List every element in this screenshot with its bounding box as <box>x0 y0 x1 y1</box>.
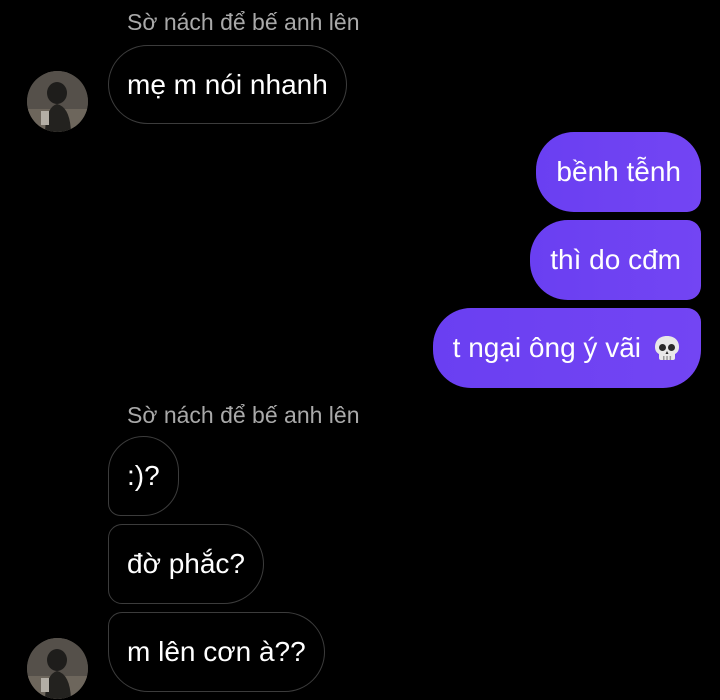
sender-name: Sờ nách để bế anh lên <box>127 402 360 428</box>
message-text: đờ phắc? <box>127 548 246 579</box>
message-text: bềnh tễnh <box>556 156 681 187</box>
message-bubble-incoming[interactable]: mẹ m nói nhanh <box>108 45 347 124</box>
message-text: m lên cơn à?? <box>127 636 306 667</box>
message-bubble-incoming[interactable]: đờ phắc? <box>108 524 265 604</box>
contact-avatar[interactable] <box>27 638 88 699</box>
message-text: thì do cđm <box>550 244 681 275</box>
skull-icon <box>653 334 681 362</box>
message-bubble-incoming[interactable]: :)? <box>108 436 179 516</box>
message-bubble-outgoing[interactable]: thì do cđm <box>530 220 701 300</box>
message-bubble-outgoing[interactable]: bềnh tễnh <box>536 132 701 212</box>
contact-avatar[interactable] <box>27 71 88 132</box>
message-text: mẹ m nói nhanh <box>127 68 328 100</box>
message-bubble-outgoing[interactable]: t ngại ông ý vãi <box>432 308 701 388</box>
sender-name: Sờ nách để bế anh lên <box>127 9 360 35</box>
message-bubble-incoming[interactable]: m lên cơn à?? <box>108 612 325 692</box>
message-text: :)? <box>127 460 160 491</box>
message-text: t ngại ông ý vãi <box>452 332 641 363</box>
